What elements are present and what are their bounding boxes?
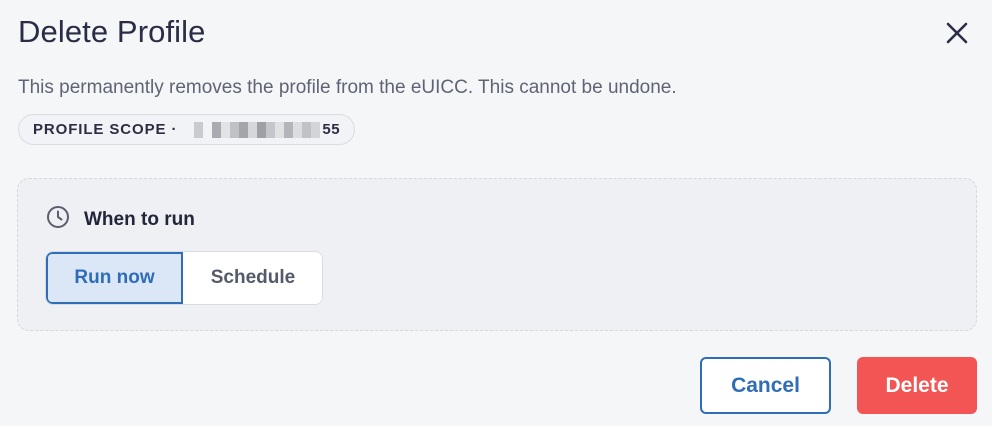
- cancel-button[interactable]: Cancel: [700, 357, 831, 414]
- when-to-run-header: When to run: [46, 205, 195, 235]
- profile-scope-suffix: 55: [322, 121, 341, 138]
- profile-scope-value: 55: [185, 121, 340, 139]
- dialog-title: Delete Profile: [18, 14, 206, 49]
- delete-profile-dialog: Delete Profile This permanently removes …: [0, 0, 992, 426]
- clock-icon: [46, 205, 70, 235]
- run-mode-toggle: Run now Schedule: [45, 251, 323, 305]
- delete-button[interactable]: Delete: [857, 357, 977, 414]
- redacted-identifier: [185, 121, 321, 139]
- profile-scope-chip: PROFILE SCOPE · 55: [18, 114, 356, 145]
- when-to-run-panel: When to run Run now Schedule: [17, 178, 977, 331]
- dialog-description: This permanently removes the profile fro…: [18, 77, 677, 98]
- when-to-run-heading: When to run: [84, 209, 195, 230]
- run-now-option[interactable]: Run now: [46, 252, 183, 304]
- profile-scope-label: PROFILE SCOPE ·: [33, 121, 178, 138]
- close-icon[interactable]: [940, 16, 974, 50]
- schedule-option[interactable]: Schedule: [183, 252, 322, 304]
